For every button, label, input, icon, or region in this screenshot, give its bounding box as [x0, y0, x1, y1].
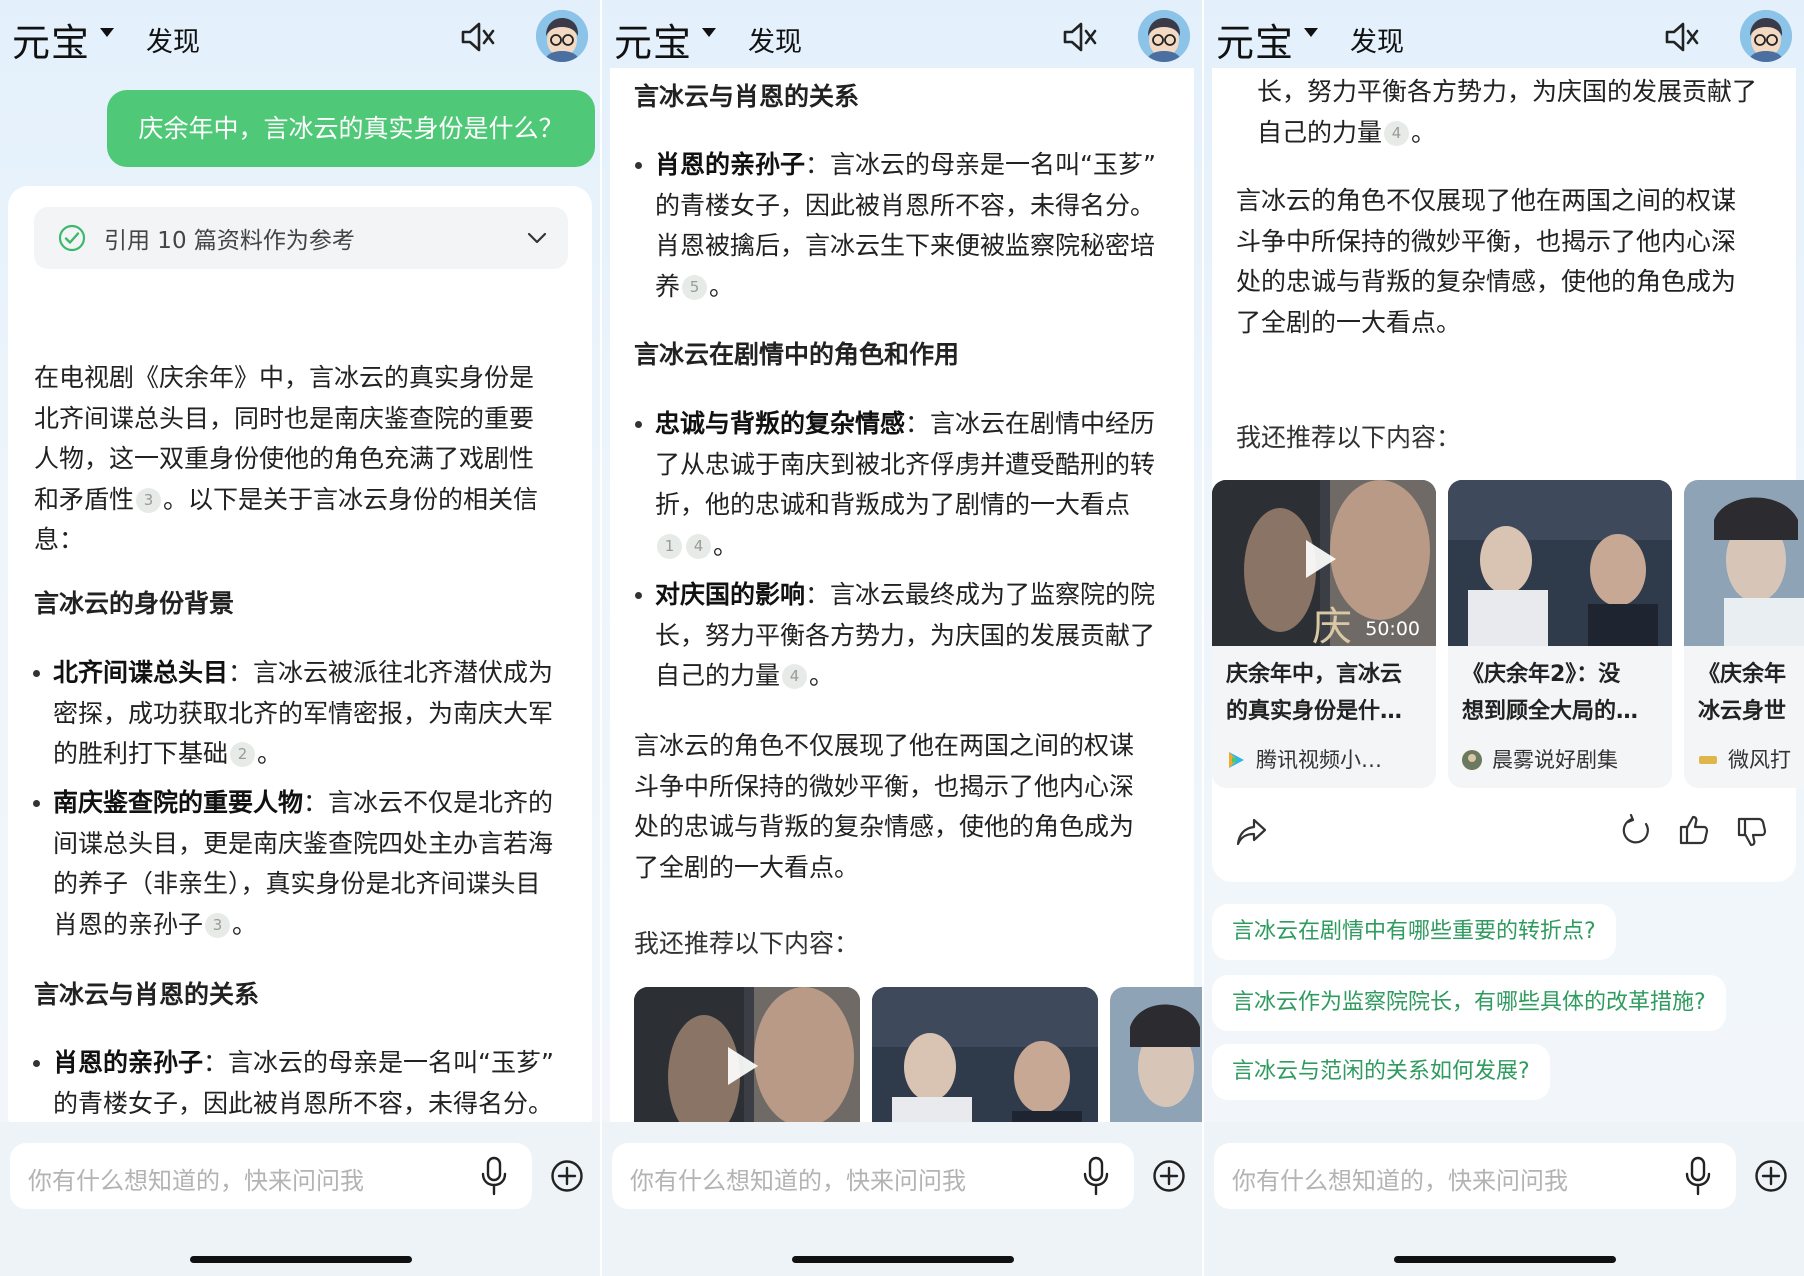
answer-intro: 在电视剧《庆余年》中，言冰云的真实身份是 北齐间谍总头目，同时也是南庆鉴查院的重… — [34, 363, 539, 555]
answer-conclusion: 言冰云的角色不仅展现了他在两国之间的权谋 斗争中所保持的微妙平衡，也揭示了他内心… — [634, 731, 1135, 882]
mic-icon[interactable] — [1082, 1156, 1110, 1196]
list-item: 对庆国的影响：言冰云最终成为了监察院的院 长，努力平衡各方势力，为庆国的发展贡献… — [635, 575, 1185, 697]
chevron-down-icon — [527, 232, 547, 244]
list-item-continued: 长，努力平衡各方势力，为庆国的发展贡献了 自己的力量 4。 — [1257, 77, 1758, 147]
thumbs-down-icon[interactable] — [1736, 816, 1768, 848]
chat-input-placeholder: 你有什么想知道的，快来问问我 — [28, 1167, 364, 1195]
logo-dropdown-caret-icon[interactable] — [1304, 28, 1318, 37]
list-item: 肖恩的亲孙子：言冰云的母亲是一名叫“玉芗” 的青楼女子，因此被肖恩所不容，未得名… — [635, 145, 1185, 307]
avatar[interactable] — [1740, 10, 1792, 62]
channel-avatar-icon — [1462, 750, 1482, 770]
video-source: 晨雾说好剧集 — [1462, 744, 1664, 774]
chat-input[interactable]: 你有什么想知道的，快来问问我 — [1214, 1143, 1736, 1209]
chat-input[interactable]: 你有什么想知道的，快来问问我 — [612, 1143, 1134, 1209]
check-circle-icon — [58, 224, 86, 252]
refresh-icon[interactable] — [1620, 814, 1652, 848]
citation-badge[interactable]: 4 — [1384, 120, 1410, 146]
play-icon[interactable] — [1306, 540, 1336, 578]
reference-label: 引用 10 篇资料作为参考 — [104, 228, 355, 254]
discover-tab[interactable]: 发现 — [1350, 20, 1404, 59]
chat-input-placeholder: 你有什么想知道的，快来问问我 — [1232, 1167, 1568, 1195]
chat-input-placeholder: 你有什么想知道的，快来问问我 — [630, 1167, 966, 1195]
mute-icon[interactable] — [1062, 20, 1098, 54]
thumbs-up-icon[interactable] — [1678, 814, 1710, 846]
suggested-question[interactable]: 言冰云与范闲的关系如何发展? — [1212, 1044, 1550, 1100]
answer-conclusion: 言冰云的角色不仅展现了他在两国之间的权谋 斗争中所保持的微妙平衡，也揭示了他内心… — [1236, 186, 1737, 337]
mute-icon[interactable] — [460, 20, 496, 54]
mute-icon[interactable] — [1664, 20, 1700, 54]
top-bar: 元宝 发现 — [0, 0, 600, 74]
citation-badge[interactable]: 5 — [682, 274, 708, 300]
list-item: 北齐间谍总头目：言冰云被派往北齐潜伏成为 密探，成功获取北齐的军情密报，为南庆大… — [33, 653, 583, 775]
avatar[interactable] — [536, 10, 588, 62]
video-duration: 50:00 — [1365, 618, 1420, 640]
citation-badge[interactable]: 3 — [136, 487, 162, 513]
top-bar: 元宝 发现 — [602, 0, 1202, 74]
screen-1: 元宝 发现 庆余年中，言冰云的真实身份是什么？ 引用 10 篇资料作为参考 在电… — [0, 0, 600, 1276]
citation-badge[interactable]: 4 — [686, 533, 711, 559]
discover-tab[interactable]: 发现 — [146, 20, 200, 59]
screen-3: 元宝 发现 长，努力平衡各方势力，为庆国的发展贡献了 自己的力量 4。 言冰云的角… — [1204, 0, 1804, 1276]
reference-toggle[interactable]: 引用 10 篇资料作为参考 — [34, 207, 568, 269]
plus-circle-icon[interactable] — [1152, 1159, 1186, 1193]
video-card[interactable]: 《庆余年 冰云身世 微风打 — [1684, 480, 1804, 788]
section-title: 言冰云与肖恩的关系 — [634, 82, 860, 111]
screen-2: 元宝 发现 言冰云与肖恩的关系 肖恩的亲孙子：言冰云的母亲是一名叫“玉芗” 的青… — [602, 0, 1202, 1276]
play-icon[interactable] — [728, 1047, 758, 1085]
video-card[interactable]: 《庆余年2》：没 想到顾全大局的… 晨雾说好剧集 — [1448, 480, 1672, 788]
mic-icon[interactable] — [1684, 1156, 1712, 1196]
section-title: 言冰云在剧情中的角色和作用 — [634, 340, 960, 369]
app-logo[interactable]: 元宝 — [614, 12, 692, 67]
top-bar: 元宝 发现 — [1204, 0, 1804, 74]
video-source: 微风打 — [1698, 744, 1796, 774]
user-question-bubble: 庆余年中，言冰云的真实身份是什么？ — [107, 90, 595, 167]
home-indicator[interactable] — [1394, 1256, 1616, 1263]
tencent-video-icon — [1229, 752, 1244, 768]
avatar[interactable] — [1138, 10, 1190, 62]
citation-badge[interactable]: 4 — [782, 664, 808, 690]
video-card[interactable]: 庆 50:00 庆余年中，言冰云 的真实身份是什… 腾讯视频小… — [1212, 480, 1436, 788]
citation-badge[interactable]: 2 — [230, 742, 256, 768]
video-thumbnail — [1684, 480, 1804, 646]
mic-icon[interactable] — [480, 1156, 508, 1196]
discover-tab[interactable]: 发现 — [748, 20, 802, 59]
plus-circle-icon[interactable] — [550, 1159, 584, 1193]
app-logo[interactable]: 元宝 — [1216, 12, 1294, 67]
list-item: 南庆鉴查院的重要人物：言冰云不仅是北齐的 间谍总头目，更是南庆鉴查院四处主办言若… — [33, 783, 583, 945]
suggested-question[interactable]: 言冰云在剧情中有哪些重要的转折点? — [1212, 904, 1616, 960]
app-logo[interactable]: 元宝 — [12, 12, 90, 67]
share-icon[interactable] — [1236, 817, 1268, 847]
logo-dropdown-caret-icon[interactable] — [702, 28, 716, 37]
chat-input[interactable]: 你有什么想知道的，快来问问我 — [10, 1143, 532, 1209]
video-source: 腾讯视频小… — [1226, 744, 1428, 774]
video-title: 庆余年中，言冰云 的真实身份是什… — [1226, 662, 1403, 724]
channel-logo-icon — [1699, 756, 1717, 764]
recommend-title: 我还推荐以下内容： — [1236, 423, 1462, 452]
logo-dropdown-caret-icon[interactable] — [100, 28, 114, 37]
list-item: 肖恩的亲孙子：言冰云的母亲是一名叫“玉芗” 的青楼女子，因此被肖恩所不容，未得名… — [33, 1043, 583, 1124]
citation-badge[interactable]: 3 — [205, 912, 231, 938]
recommend-title: 我还推荐以下内容： — [634, 929, 860, 958]
home-indicator[interactable] — [190, 1256, 412, 1263]
video-title: 《庆余年2》：没 想到顾全大局的… — [1462, 662, 1639, 724]
suggested-question[interactable]: 言冰云作为监察院院长，有哪些具体的改革措施? — [1212, 975, 1726, 1031]
citation-badge[interactable]: 1 — [657, 533, 682, 559]
list-item: 忠诚与背叛的复杂情感：言冰云在剧情中经历 了从忠诚于南庆到被北齐俘虏并遭受酷刑的… — [635, 404, 1185, 566]
home-indicator[interactable] — [792, 1256, 1014, 1263]
video-title: 《庆余年 冰云身世 — [1698, 662, 1787, 724]
section-title: 言冰云与肖恩的关系 — [34, 980, 260, 1009]
section-title: 言冰云的身份背景 — [34, 589, 235, 618]
video-thumbnail — [1448, 480, 1672, 646]
svg-text:庆: 庆 — [1312, 604, 1352, 646]
plus-circle-icon[interactable] — [1754, 1159, 1788, 1193]
